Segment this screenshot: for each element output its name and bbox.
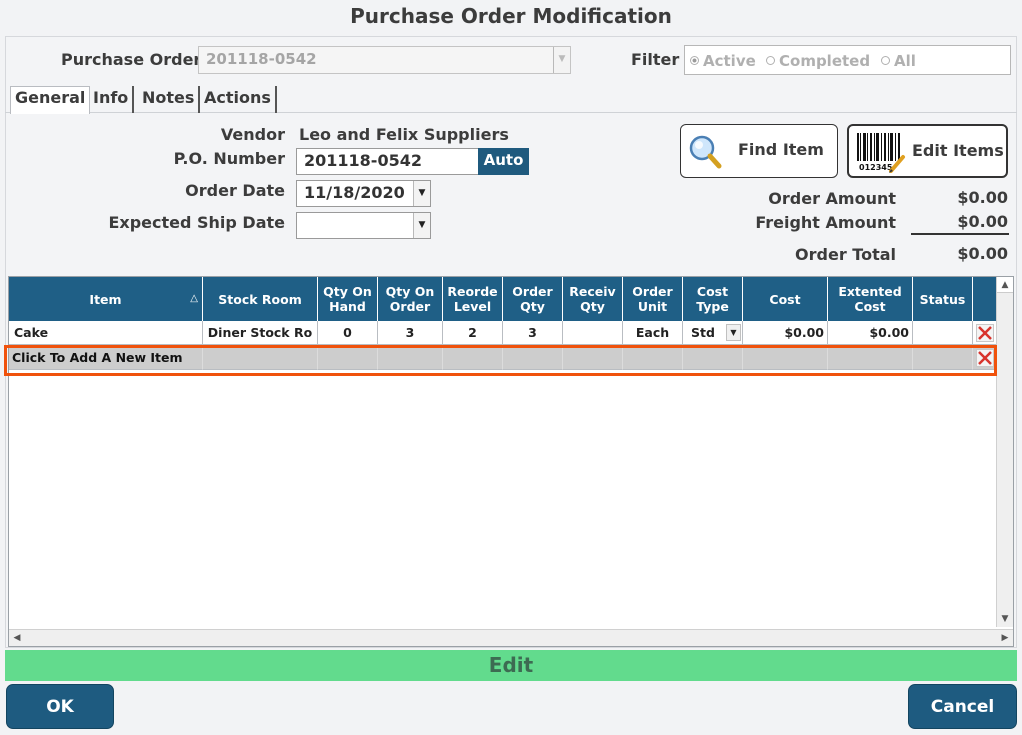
column-header-qty-on-order[interactable]: Qty On Order	[378, 277, 443, 321]
cell-item[interactable]: Cake	[9, 321, 203, 345]
new-row-cell[interactable]	[443, 346, 503, 370]
scroll-up-icon[interactable]: ▲	[997, 277, 1013, 293]
totals-divider	[911, 233, 1009, 235]
purchase-order-dropdown[interactable]: 201118-0542 ▼	[198, 46, 571, 74]
order-date-picker[interactable]: 11/18/2020 ▼	[296, 180, 431, 207]
new-row-cell[interactable]	[318, 346, 378, 370]
column-header-order-unit[interactable]: Order Unit	[623, 277, 683, 321]
tab-general[interactable]: General	[10, 86, 91, 114]
cell-delete	[973, 321, 996, 345]
cell-receiv-qty[interactable]	[563, 321, 623, 345]
new-row-cell[interactable]	[378, 346, 443, 370]
delete-x-icon[interactable]	[975, 348, 994, 367]
column-header-reorder-level[interactable]: Reorde Level	[443, 277, 503, 321]
vendor-value: Leo and Felix Suppliers	[299, 125, 509, 144]
new-row-cell[interactable]	[623, 346, 683, 370]
barcode-icon: 012345	[857, 133, 905, 173]
filter-radio-all[interactable]: All	[881, 52, 916, 70]
chevron-down-icon[interactable]: ▼	[726, 324, 741, 341]
new-row-cell[interactable]	[563, 346, 623, 370]
scroll-left-icon[interactable]: ◀	[9, 630, 25, 646]
order-amount-value: $0.00	[957, 188, 1008, 207]
cancel-button[interactable]: Cancel	[908, 684, 1017, 729]
column-header-order-qty[interactable]: Order Qty	[503, 277, 563, 321]
cell-cost-type[interactable]: Std ▼	[683, 321, 743, 345]
cell-cost[interactable]: $0.00	[743, 321, 828, 345]
expected-ship-date-picker[interactable]: ▼	[296, 212, 431, 239]
filter-label: Filter	[631, 50, 680, 69]
tab-notes[interactable]: Notes	[138, 86, 201, 113]
edit-mode-bar: Edit	[5, 650, 1017, 681]
chevron-down-icon[interactable]: ▼	[413, 181, 430, 206]
delete-x-icon[interactable]	[975, 323, 994, 342]
tab-info[interactable]: Info	[89, 86, 135, 113]
vendor-label: Vendor	[220, 125, 285, 144]
po-number-input[interactable]: 201118-0542	[296, 148, 479, 175]
order-total-value: $0.00	[957, 244, 1008, 263]
grid-header: Item △ Stock Room Qty On Hand Qty On Order…	[9, 277, 996, 321]
new-row-cell[interactable]	[913, 346, 973, 370]
radio-icon	[881, 56, 890, 65]
purchase-order-label: Purchase Order	[61, 50, 202, 69]
new-row-cell[interactable]	[203, 346, 318, 370]
column-header-status[interactable]: Status	[913, 277, 973, 321]
filter-radio-completed[interactable]: Completed	[766, 52, 870, 70]
svg-text:012345: 012345	[859, 163, 893, 172]
cell-extended-cost[interactable]: $0.00	[828, 321, 913, 345]
horizontal-scrollbar[interactable]: ◀ ▶	[9, 629, 1013, 646]
column-header-qty-on-hand[interactable]: Qty On Hand	[318, 277, 378, 321]
cell-qty-on-order[interactable]: 3	[378, 321, 443, 345]
cell-stock-room[interactable]: Diner Stock Ro	[203, 321, 318, 345]
column-header-cost[interactable]: Cost	[743, 277, 828, 321]
radio-icon	[690, 56, 699, 65]
freight-amount-value: $0.00	[957, 212, 1008, 231]
column-header-stock-room[interactable]: Stock Room	[203, 277, 318, 321]
ok-button[interactable]: OK	[6, 684, 114, 729]
freight-amount-label: Freight Amount	[755, 213, 896, 232]
filter-radio-active[interactable]: Active	[690, 52, 756, 70]
cell-reorder-level[interactable]: 2	[443, 321, 503, 345]
find-item-button[interactable]: Find Item	[680, 124, 838, 178]
chevron-down-icon[interactable]: ▼	[413, 213, 430, 238]
add-new-item-label[interactable]: Click To Add A New Item	[9, 346, 203, 370]
magnifier-icon	[689, 135, 722, 169]
order-amount-label: Order Amount	[768, 189, 896, 208]
vertical-scrollbar[interactable]: ▲ ▼	[996, 277, 1013, 627]
order-total-label: Order Total	[795, 245, 896, 264]
sort-ascending-icon[interactable]: △	[190, 291, 198, 306]
chevron-down-icon[interactable]: ▼	[553, 47, 570, 73]
new-row-cell[interactable]	[743, 346, 828, 370]
radio-icon	[766, 56, 775, 65]
cell-status[interactable]	[913, 321, 973, 345]
window-title: Purchase Order Modification	[350, 4, 672, 28]
scroll-down-icon[interactable]: ▼	[997, 611, 1013, 627]
column-header-delete	[973, 277, 996, 321]
tab-actions[interactable]: Actions	[200, 86, 277, 113]
column-header-item[interactable]: Item △	[9, 277, 203, 321]
purchase-order-value: 201118-0542	[206, 50, 317, 68]
cell-qty-on-hand[interactable]: 0	[318, 321, 378, 345]
order-date-label: Order Date	[185, 181, 285, 200]
items-grid: Item △ Stock Room Qty On Hand Qty On Order…	[8, 276, 1014, 647]
new-row-cell[interactable]	[683, 346, 743, 370]
column-header-receiv-qty[interactable]: Receiv Qty	[563, 277, 623, 321]
auto-button[interactable]: Auto	[478, 148, 529, 175]
new-row-cell[interactable]	[828, 346, 913, 370]
po-number-label: P.O. Number	[173, 149, 285, 168]
expected-ship-date-label: Expected Ship Date	[108, 213, 285, 232]
scroll-right-icon[interactable]: ▶	[997, 630, 1013, 646]
edit-items-button[interactable]: 012345 Edit Items	[847, 124, 1008, 178]
cell-order-qty[interactable]: 3	[503, 321, 563, 345]
column-header-extended-cost[interactable]: Extented Cost	[828, 277, 913, 321]
new-row-cell[interactable]	[503, 346, 563, 370]
column-header-cost-type[interactable]: Cost Type	[683, 277, 743, 321]
cell-delete	[973, 346, 996, 370]
cell-order-unit[interactable]: Each	[623, 321, 683, 345]
filter-radio-group: Active Completed All	[684, 45, 1011, 75]
